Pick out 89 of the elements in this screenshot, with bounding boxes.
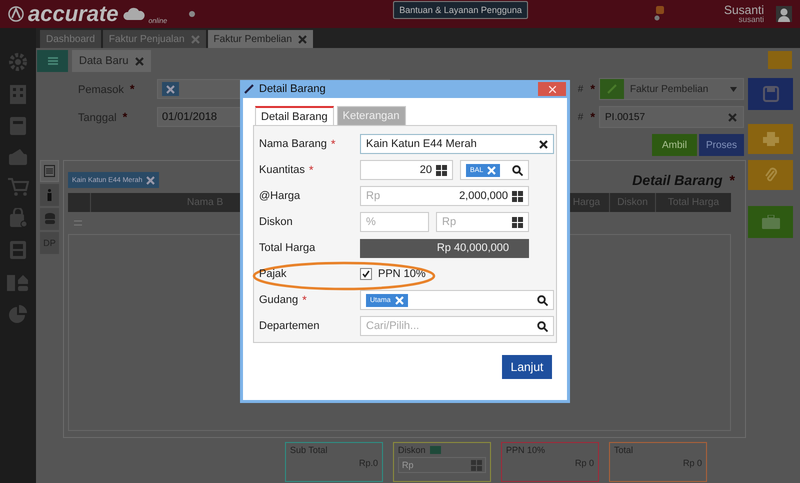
side-tab[interactable]	[40, 184, 59, 206]
avatar-icon[interactable]	[776, 6, 792, 22]
discount-amount-field[interactable]: Rp	[436, 212, 529, 232]
close-icon[interactable]	[539, 140, 548, 148]
field-label: Gudang	[259, 294, 298, 306]
paperclip-icon	[764, 167, 778, 183]
field-label: @Harga	[259, 190, 300, 202]
dialog-tab[interactable]: Detail Barang	[255, 106, 334, 125]
register-icon[interactable]	[9, 116, 27, 136]
gear-icon[interactable]	[8, 52, 28, 72]
required-mark: *	[730, 172, 735, 188]
search-icon[interactable]	[537, 294, 548, 306]
discount-percent-field[interactable]: %	[360, 212, 429, 232]
tax-checkbox[interactable]	[360, 268, 372, 280]
discount-field[interactable]: Rp	[398, 457, 486, 473]
attach-button[interactable]	[748, 160, 793, 190]
quantity-field[interactable]: 20	[360, 160, 453, 180]
pie-chart-icon[interactable]	[8, 304, 28, 324]
required-mark: *	[302, 293, 307, 307]
assets-icon[interactable]	[6, 272, 30, 292]
print-button[interactable]	[748, 124, 793, 154]
user-name: Susanti	[724, 4, 764, 16]
side-tab[interactable]	[40, 208, 59, 230]
search-icon[interactable]	[537, 320, 548, 332]
field-label: Diskon	[259, 216, 293, 228]
side-tab[interactable]	[40, 160, 59, 182]
floppy-icon	[762, 86, 778, 102]
continue-button[interactable]: Lanjut	[502, 355, 552, 379]
required-mark: *	[590, 82, 595, 96]
required-mark: *	[122, 110, 128, 124]
calculator-icon[interactable]	[512, 216, 523, 228]
form-tab[interactable]: Data Baru	[72, 50, 151, 72]
price-field[interactable]: Rp 2,000,000	[360, 186, 529, 206]
page-tab[interactable]: Faktur Pembelian	[208, 30, 313, 48]
total-price-value: Rp 40,000,000	[360, 238, 529, 258]
list-button[interactable]	[37, 50, 68, 72]
save-button[interactable]	[748, 78, 793, 110]
field-label: Total Harga	[259, 242, 316, 254]
toggle-button[interactable]	[430, 446, 441, 454]
panel-title: Detail Barang	[632, 172, 723, 188]
logo-icon	[8, 6, 24, 22]
action-button[interactable]: Proses	[699, 134, 744, 156]
cart-icon[interactable]	[7, 178, 29, 196]
briefcase-icon	[762, 215, 780, 229]
menu-icon	[48, 56, 58, 66]
coins-icon	[44, 213, 54, 225]
close-icon	[548, 86, 556, 92]
field-label: Kuantitas	[259, 164, 305, 176]
currency-prefix: Rp	[366, 190, 380, 202]
status-dot-icon	[189, 11, 196, 17]
invoice-type-dropdown[interactable]: Faktur Pembelian	[599, 78, 744, 100]
lookup-field[interactable]: Cari/Pilih...	[360, 316, 554, 336]
required-mark: *	[130, 82, 135, 96]
required-mark: *	[590, 110, 595, 124]
user-id: susanti	[738, 16, 764, 24]
dialog-title: Detail Barang	[259, 83, 326, 95]
info-icon	[47, 189, 52, 201]
pencil-icon	[607, 84, 617, 94]
field-label: Departemen	[259, 320, 320, 332]
search-icon[interactable]	[512, 164, 523, 176]
supplier-chip[interactable]	[162, 82, 179, 96]
page-tab[interactable]: Dashboard	[40, 30, 101, 48]
item-name-field[interactable]: Kain Katun E44 Merah	[360, 134, 554, 154]
dialog-tab[interactable]: Keterangan	[336, 106, 406, 125]
calculator-icon[interactable]	[512, 190, 523, 202]
field-label: #	[578, 112, 584, 122]
invoice-number-field[interactable]: PI.00157	[599, 106, 744, 128]
close-button[interactable]	[538, 82, 566, 96]
field-label: Nama Barang	[259, 138, 327, 150]
field-label: Pajak	[259, 268, 287, 280]
list-icon	[44, 165, 55, 177]
cabinet-icon[interactable]	[9, 240, 27, 260]
cloud-icon	[122, 7, 145, 21]
page-tab[interactable]: Faktur Penjualan	[102, 30, 206, 48]
help-button[interactable]: Bantuan & Layanan Pengguna	[393, 1, 528, 19]
notification-icon[interactable]	[654, 6, 664, 22]
pencil-icon	[244, 84, 254, 94]
building-icon[interactable]	[9, 84, 27, 104]
calculator-icon[interactable]	[436, 164, 447, 176]
reorder-icon	[74, 220, 82, 226]
field-label: #	[578, 84, 584, 94]
caret-icon	[730, 86, 737, 92]
required-mark: *	[308, 163, 314, 177]
briefcase-button[interactable]	[748, 206, 793, 238]
action-button[interactable]: Ambil	[652, 134, 697, 156]
required-mark: *	[330, 137, 336, 151]
logo-text: accurate	[28, 3, 119, 25]
checkbox-label: PPN 10%	[378, 268, 426, 280]
bag-icon[interactable]	[8, 208, 28, 228]
